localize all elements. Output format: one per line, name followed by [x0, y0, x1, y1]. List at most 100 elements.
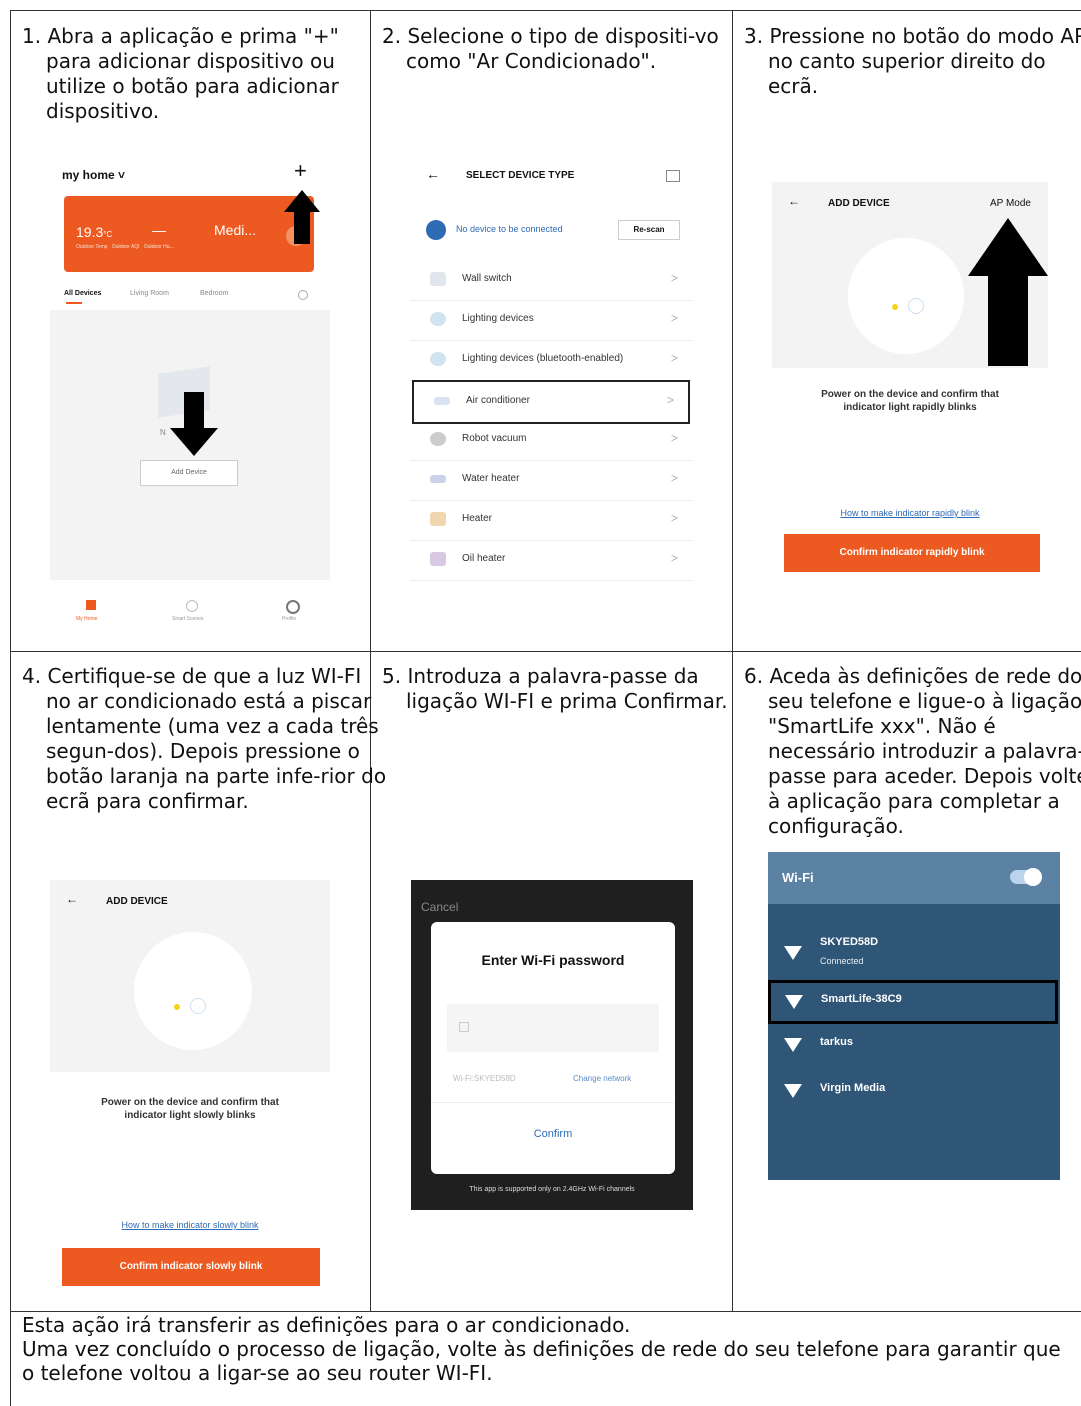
- cancel-link[interactable]: Cancel: [421, 900, 458, 914]
- power-instruction: Power on the device and confirm that ind…: [821, 389, 999, 413]
- wifi-signal-icon: [784, 1084, 802, 1098]
- temperature-value: 19.3°C: [76, 224, 113, 240]
- chevron-right-icon: >: [670, 271, 678, 285]
- confirm-button[interactable]: Confirm: [431, 1128, 675, 1140]
- bulb-icon: [430, 312, 446, 326]
- scenes-icon[interactable]: [186, 600, 198, 612]
- oil-heater-icon: [430, 552, 446, 566]
- screenshot-wifi-settings: Wi-Fi SKYED58D Connected SmartLife-38C9 …: [768, 852, 1060, 1180]
- add-plus-button[interactable]: +: [294, 158, 307, 184]
- network-row[interactable]: Virgin Media: [768, 1078, 1060, 1118]
- weather-card: 19.3°C — Medi... Outdoor Temp Outdoor AQ…: [64, 196, 314, 272]
- wifi-title: Wi-Fi: [782, 870, 814, 885]
- step-6-text: 6. Aceda às definições de rede do seu te…: [744, 664, 1081, 838]
- password-input[interactable]: [447, 1004, 659, 1052]
- nav-smart-scenes[interactable]: Smart Scenes: [172, 616, 203, 622]
- screenshot-add-device-ap: ← ADD DEVICE AP Mode Power on the device…: [772, 182, 1048, 582]
- list-item[interactable]: Robot vacuum >: [410, 420, 692, 461]
- list-item[interactable]: Lighting devices (bluetooth-enabled) >: [410, 340, 692, 381]
- screenshot-wifi-password: Cancel Enter Wi-Fi password Wi-Fi:SKYED5…: [411, 880, 693, 1210]
- screenshot-select-device-type: ← SELECT DEVICE TYPE No device to be con…: [410, 156, 692, 592]
- power-button-icon: [908, 298, 924, 314]
- wall-switch-icon: [430, 272, 446, 286]
- tab-bedroom[interactable]: Bedroom: [200, 290, 228, 297]
- rescan-button[interactable]: Re-scan: [618, 220, 680, 240]
- wifi-signal-icon: [785, 995, 803, 1009]
- dialog-divider: [431, 1102, 675, 1103]
- confirm-slow-blink-button[interactable]: Confirm indicator slowly blink: [62, 1248, 320, 1286]
- chevron-right-icon: >: [670, 351, 678, 365]
- footer-line-2: Uma vez concluído o processo de ligação,…: [22, 1337, 1061, 1385]
- home-icon[interactable]: [86, 600, 96, 610]
- step-4-text: 4. Certifique-se de que a luz WI-FI no a…: [22, 664, 387, 813]
- list-item[interactable]: Heater >: [410, 500, 692, 541]
- wifi-toggle[interactable]: [1010, 868, 1042, 886]
- dialog-title: Enter Wi-Fi password: [481, 952, 625, 968]
- network-name: Virgin Media: [820, 1082, 886, 1094]
- wifi-signal-icon: [784, 1038, 802, 1052]
- arrow-up-icon: [284, 190, 320, 244]
- indicator-light: [174, 1004, 180, 1010]
- current-network: Wi-Fi:SKYED58D: [453, 1074, 516, 1083]
- list-item[interactable]: Lighting devices >: [410, 300, 692, 341]
- column-divider: [732, 10, 733, 1311]
- list-item[interactable]: Wall switch >: [410, 260, 692, 301]
- no-devices-text: N: [160, 428, 166, 437]
- change-network-link[interactable]: Change network: [573, 1074, 631, 1083]
- how-to-link[interactable]: How to make indicator slowly blink: [50, 1220, 330, 1230]
- tab-underline: [66, 302, 82, 304]
- wifi-header: Wi-Fi: [768, 852, 1060, 904]
- tab-living-room[interactable]: Living Room: [130, 290, 169, 297]
- settings-gear-icon[interactable]: [298, 290, 308, 300]
- confirm-rapid-blink-button[interactable]: Confirm indicator rapidly blink: [784, 534, 1040, 572]
- screenshot-add-device-slow: ← ADD DEVICE Power on the device and con…: [50, 880, 330, 1290]
- how-to-link[interactable]: How to make indicator rapidly blink: [772, 508, 1048, 518]
- home-title[interactable]: my home ˅: [62, 168, 125, 182]
- ap-mode-button[interactable]: AP Mode: [990, 198, 1031, 209]
- arrow-down-icon: [170, 392, 218, 456]
- chevron-right-icon: >: [670, 511, 678, 525]
- profile-icon[interactable]: [286, 600, 300, 614]
- network-name: SKYED58D: [820, 936, 879, 948]
- scan-icon[interactable]: [666, 170, 680, 182]
- power-button-icon: [190, 998, 206, 1014]
- step-1-text: 1. Abra a aplicação e prima "+" para adi…: [22, 24, 339, 123]
- network-row-smartlife[interactable]: SmartLife-38C9: [768, 980, 1058, 1024]
- row-divider: [10, 1311, 1081, 1312]
- bottom-nav: My Home Smart Scenes Profile: [50, 590, 330, 636]
- network-row[interactable]: SKYED58D Connected: [768, 928, 1060, 978]
- aqi-value: —: [152, 222, 166, 238]
- list-item[interactable]: Water heater >: [410, 460, 692, 501]
- network-row[interactable]: tarkus: [768, 1032, 1060, 1072]
- heater-icon: [430, 512, 446, 526]
- tab-all-devices[interactable]: All Devices: [64, 290, 101, 297]
- select-device-title: SELECT DEVICE TYPE: [466, 170, 575, 181]
- wifi-signal-icon: [784, 946, 802, 960]
- list-item-air-conditioner[interactable]: Air conditioner >: [412, 380, 690, 424]
- footer-line-1: Esta ação irá transferir as definições p…: [22, 1313, 631, 1337]
- band-note: This app is supported only on 2.4GHz Wi-…: [469, 1186, 635, 1193]
- back-arrow-icon[interactable]: ←: [426, 166, 440, 182]
- bulb-icon: [430, 352, 446, 366]
- weather-sub-labels: Outdoor Temp Outdoor AQI Outdoor Hu...: [76, 244, 174, 250]
- device-illustration-area: ← ADD DEVICE: [50, 880, 330, 1072]
- bluetooth-icon: [426, 220, 446, 240]
- nav-my-home[interactable]: My Home: [76, 616, 97, 622]
- add-device-title: ADD DEVICE: [828, 198, 890, 209]
- nav-profile[interactable]: Profile: [282, 616, 296, 622]
- device-circle: [848, 238, 964, 354]
- add-device-button[interactable]: Add Device: [140, 460, 238, 486]
- list-item[interactable]: Oil heater >: [410, 540, 692, 581]
- back-arrow-icon[interactable]: ←: [66, 892, 78, 906]
- add-device-title: ADD DEVICE: [106, 896, 168, 907]
- back-arrow-icon[interactable]: ←: [788, 194, 800, 208]
- step-2-text: 2. Selecione o tipo de dispositi-vo como…: [382, 24, 719, 73]
- chevron-right-icon: >: [670, 311, 678, 325]
- step-5-text: 5. Introduza a palavra-passe da ligação …: [382, 664, 728, 713]
- screenshot-my-home: my home ˅ + 19.3°C — Medi... Outdoor Tem…: [50, 150, 330, 636]
- arrow-up-icon: [968, 218, 1048, 366]
- network-name: tarkus: [820, 1036, 854, 1048]
- chevron-right-icon: >: [670, 551, 678, 565]
- air-conditioner-icon: [434, 397, 450, 405]
- table-left-border: [10, 10, 11, 1406]
